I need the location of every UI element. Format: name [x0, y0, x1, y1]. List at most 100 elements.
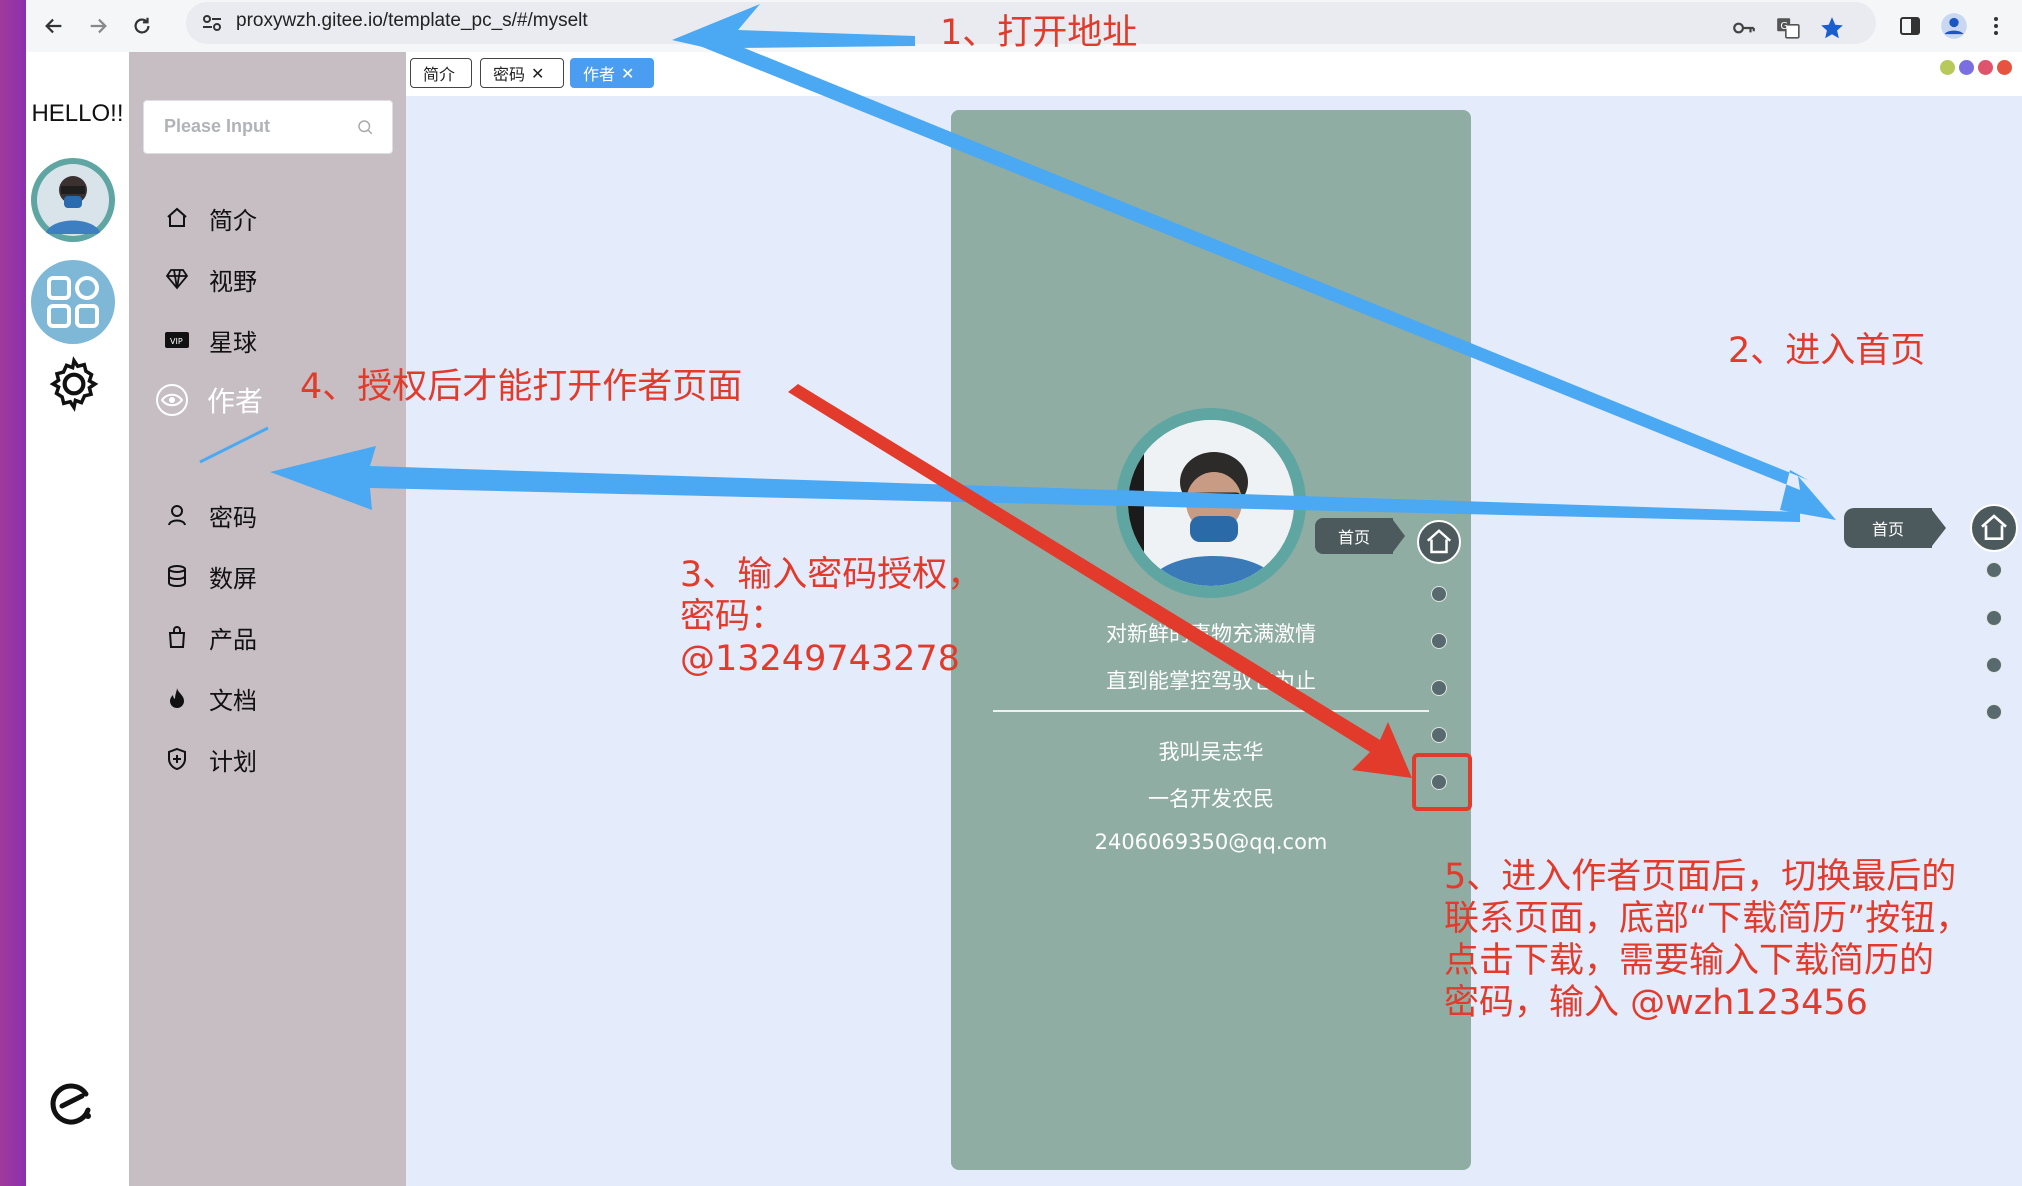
profile-avatar	[1116, 408, 1306, 598]
sidebar-item-label: 数屏	[209, 564, 257, 593]
back-button[interactable]	[34, 6, 74, 46]
search-icon[interactable]	[356, 118, 374, 136]
float-home-button[interactable]	[1970, 504, 2018, 552]
annotation-step5-line2: 联系页面，底部“下载简历”按钮，	[1444, 899, 1971, 939]
close-icon[interactable]: ✕	[621, 64, 634, 83]
profile-email: 2406069350@qq.com	[1094, 830, 1328, 854]
float-nav-dot-4[interactable]	[1986, 657, 2002, 673]
apps-grid-icon	[47, 276, 99, 328]
search-input[interactable]: Please Input	[143, 100, 393, 154]
user-icon	[163, 501, 191, 529]
yellow-dot-icon[interactable]	[1940, 60, 1955, 75]
bookmark-star-icon[interactable]	[1814, 10, 1850, 46]
sidebar-item-label: 产品	[209, 625, 257, 654]
annotation-step3-line1: 3、输入密码授权，	[680, 555, 983, 595]
eye-icon	[155, 383, 189, 417]
tab-password[interactable]: 密码 ✕	[480, 58, 564, 88]
profile-icon[interactable]	[1936, 8, 1972, 44]
sidebar-item-password[interactable]: 密码	[163, 493, 257, 537]
tab-author[interactable]: 作者 ✕	[570, 58, 654, 88]
settings-gear-icon[interactable]	[46, 356, 102, 416]
sidebar-item-author[interactable]: 作者	[155, 378, 263, 422]
arrow-left-icon	[45, 18, 62, 34]
sidebar-item-planet[interactable]: VIP 星球	[163, 318, 257, 362]
close-dot-icon[interactable]	[1997, 60, 2012, 75]
database-icon	[163, 562, 191, 590]
site-info-icon[interactable]	[200, 11, 224, 35]
arrow-right-icon	[90, 18, 107, 34]
home-icon	[1981, 514, 2007, 540]
sidebar-item-label: 密码	[209, 503, 257, 532]
translate-icon[interactable]: G	[1770, 10, 1806, 46]
sidebar-item-intro[interactable]: 简介	[163, 196, 257, 240]
home-float-label: 首页	[1871, 520, 1904, 539]
apps-grid-button[interactable]	[31, 260, 115, 344]
side-panel-icon[interactable]	[1892, 8, 1928, 44]
annotation-step3-line2: 密码：	[680, 597, 786, 637]
sidebar-item-datascreen[interactable]: 数屏	[163, 554, 257, 598]
highlight-box	[1412, 753, 1472, 811]
bag-icon	[163, 623, 191, 651]
avatar[interactable]	[31, 158, 115, 242]
shield-plus-icon	[163, 745, 191, 773]
sidebar-menu: Please Input 简介 视野 VIP 星球 作者 密码 数屏 产品 文档…	[129, 52, 406, 1186]
tab-intro[interactable]: 简介	[410, 58, 472, 88]
sidebar-item-docs[interactable]: 文档	[163, 676, 257, 720]
divider	[993, 710, 1429, 712]
sidebar-item-product[interactable]: 产品	[163, 615, 257, 659]
home-icon	[1426, 529, 1452, 554]
window-controls	[1940, 60, 2012, 75]
close-icon[interactable]: ✕	[531, 64, 544, 83]
sidebar-item-vision[interactable]: 视野	[163, 257, 257, 301]
home-float-tooltip: 首页	[1844, 508, 1932, 548]
motto-line-2: 直到能掌控驾驭它为止	[1106, 669, 1316, 693]
forward-button[interactable]	[78, 6, 118, 46]
tab-bar: 简介 密码 ✕ 作者 ✕	[406, 52, 2022, 96]
nav-dot-5[interactable]	[1431, 727, 1447, 743]
vip-card-icon: VIP	[163, 326, 191, 354]
home-tooltip-label: 首页	[1337, 528, 1370, 547]
tab-label: 作者	[583, 65, 616, 84]
float-nav-dot-2[interactable]	[1986, 562, 2002, 578]
profile-name: 我叫吴志华	[1158, 740, 1264, 764]
annotation-step3-line3: @13249743278	[680, 639, 960, 679]
sidebar-item-plan[interactable]: 计划	[163, 737, 257, 781]
tab-label: 密码	[493, 65, 526, 84]
sidebar-item-label: 计划	[209, 747, 257, 776]
reload-button[interactable]	[122, 6, 162, 46]
home-icon	[163, 204, 191, 232]
flame-icon	[163, 684, 191, 712]
diamond-icon	[163, 265, 191, 293]
motto-line-1: 对新鲜的事物充满激情	[1106, 622, 1316, 646]
float-nav-dot-3[interactable]	[1986, 610, 2002, 626]
url-text: proxywzh.gitee.io/template_pc_s/#/myselt	[236, 10, 588, 31]
search-placeholder: Please Input	[164, 116, 271, 136]
menu-dots-icon[interactable]	[1978, 8, 2014, 44]
float-nav-dot-5[interactable]	[1986, 704, 2002, 720]
sidebar-item-label: 星球	[209, 328, 257, 357]
annotation-step5-line4: 密码，输入 @wzh123456	[1444, 983, 1868, 1023]
annotation-step5-line3: 点击下载，需要输入下载简历的	[1444, 941, 1935, 981]
nav-dot-2[interactable]	[1431, 586, 1447, 602]
left-rail: HELLO!!	[26, 52, 129, 1186]
purple-dot-icon[interactable]	[1959, 60, 1974, 75]
nav-dot-3[interactable]	[1431, 633, 1447, 649]
svg-text:G: G	[1780, 21, 1788, 32]
password-key-icon[interactable]	[1726, 10, 1762, 46]
profile-title: 一名开发农民	[1148, 787, 1274, 811]
tooltip-arrow	[1932, 510, 1946, 546]
nav-home-button[interactable]	[1417, 520, 1461, 564]
reload-icon	[134, 17, 150, 34]
tooltip-arrow	[1393, 520, 1405, 552]
sidebar-item-label: 文档	[209, 686, 257, 715]
tab-label: 简介	[423, 65, 456, 84]
nav-dot-4[interactable]	[1431, 680, 1447, 696]
home-tooltip: 首页	[1315, 518, 1393, 554]
annotation-step4: 4、授权后才能打开作者页面	[300, 367, 743, 407]
red-dot-icon[interactable]	[1978, 60, 1993, 75]
annotation-step2: 2、进入首页	[1728, 331, 1926, 371]
svg-text:VIP: VIP	[170, 337, 183, 346]
sidebar-item-label: 简介	[209, 206, 257, 235]
greeting-text: HELLO!!	[31, 100, 124, 127]
profile-card: 对新鲜的事物充满激情 直到能掌控驾驭它为止 我叫吴志华 一名开发农民 24060…	[951, 110, 1472, 1170]
